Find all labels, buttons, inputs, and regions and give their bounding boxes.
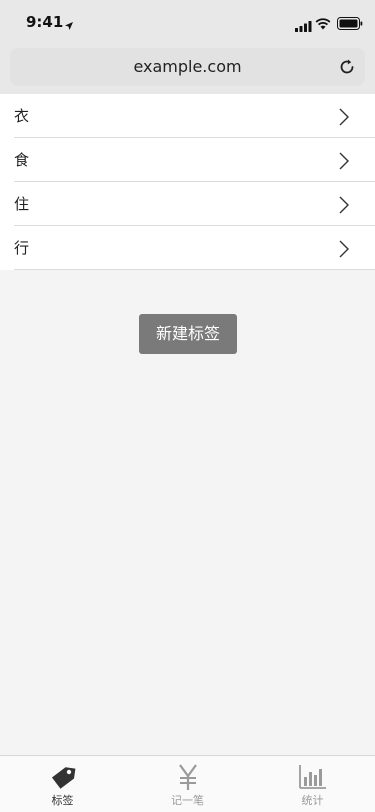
wifi-icon [315, 15, 331, 34]
list-item[interactable]: 食 [0, 138, 375, 182]
tab-tags[interactable]: 标签 [0, 756, 125, 812]
tab-label: 统计 [301, 794, 324, 807]
tab-record[interactable]: 记一笔 [125, 756, 250, 812]
list-item-label: 行 [14, 239, 30, 257]
url-text: example.com [133, 57, 242, 76]
list-item-label: 衣 [14, 107, 30, 125]
status-time: 9:41 [26, 13, 64, 31]
list-item[interactable]: 衣 [0, 94, 375, 138]
list-item[interactable]: 住 [0, 182, 375, 226]
status-bar: 9:41 [0, 0, 375, 44]
tab-stats[interactable]: 统计 [250, 756, 375, 812]
browser-bar: example.com [0, 44, 375, 94]
new-tag-button[interactable]: 新建标签 [139, 314, 237, 354]
tag-icon [48, 763, 78, 795]
cellular-signal-icon [295, 17, 312, 36]
tab-label: 标签 [51, 794, 74, 807]
chevron-right-icon [338, 195, 350, 219]
tag-list: 衣 食 住 行 [0, 94, 375, 270]
tab-label: 记一笔 [171, 794, 204, 807]
address-bar[interactable]: example.com [10, 48, 365, 86]
yen-icon [173, 763, 203, 795]
chevron-right-icon [338, 107, 350, 131]
divider [14, 269, 375, 270]
battery-icon [337, 15, 363, 34]
bar-chart-icon [298, 763, 328, 795]
list-item-label: 住 [14, 195, 30, 213]
list-item[interactable]: 行 [0, 226, 375, 270]
chevron-right-icon [338, 151, 350, 175]
tab-bar: 标签 记一笔 统计 [0, 755, 375, 812]
chevron-right-icon [338, 239, 350, 263]
list-item-label: 食 [14, 151, 30, 169]
location-arrow-icon [64, 16, 74, 35]
reload-icon[interactable] [338, 58, 356, 80]
